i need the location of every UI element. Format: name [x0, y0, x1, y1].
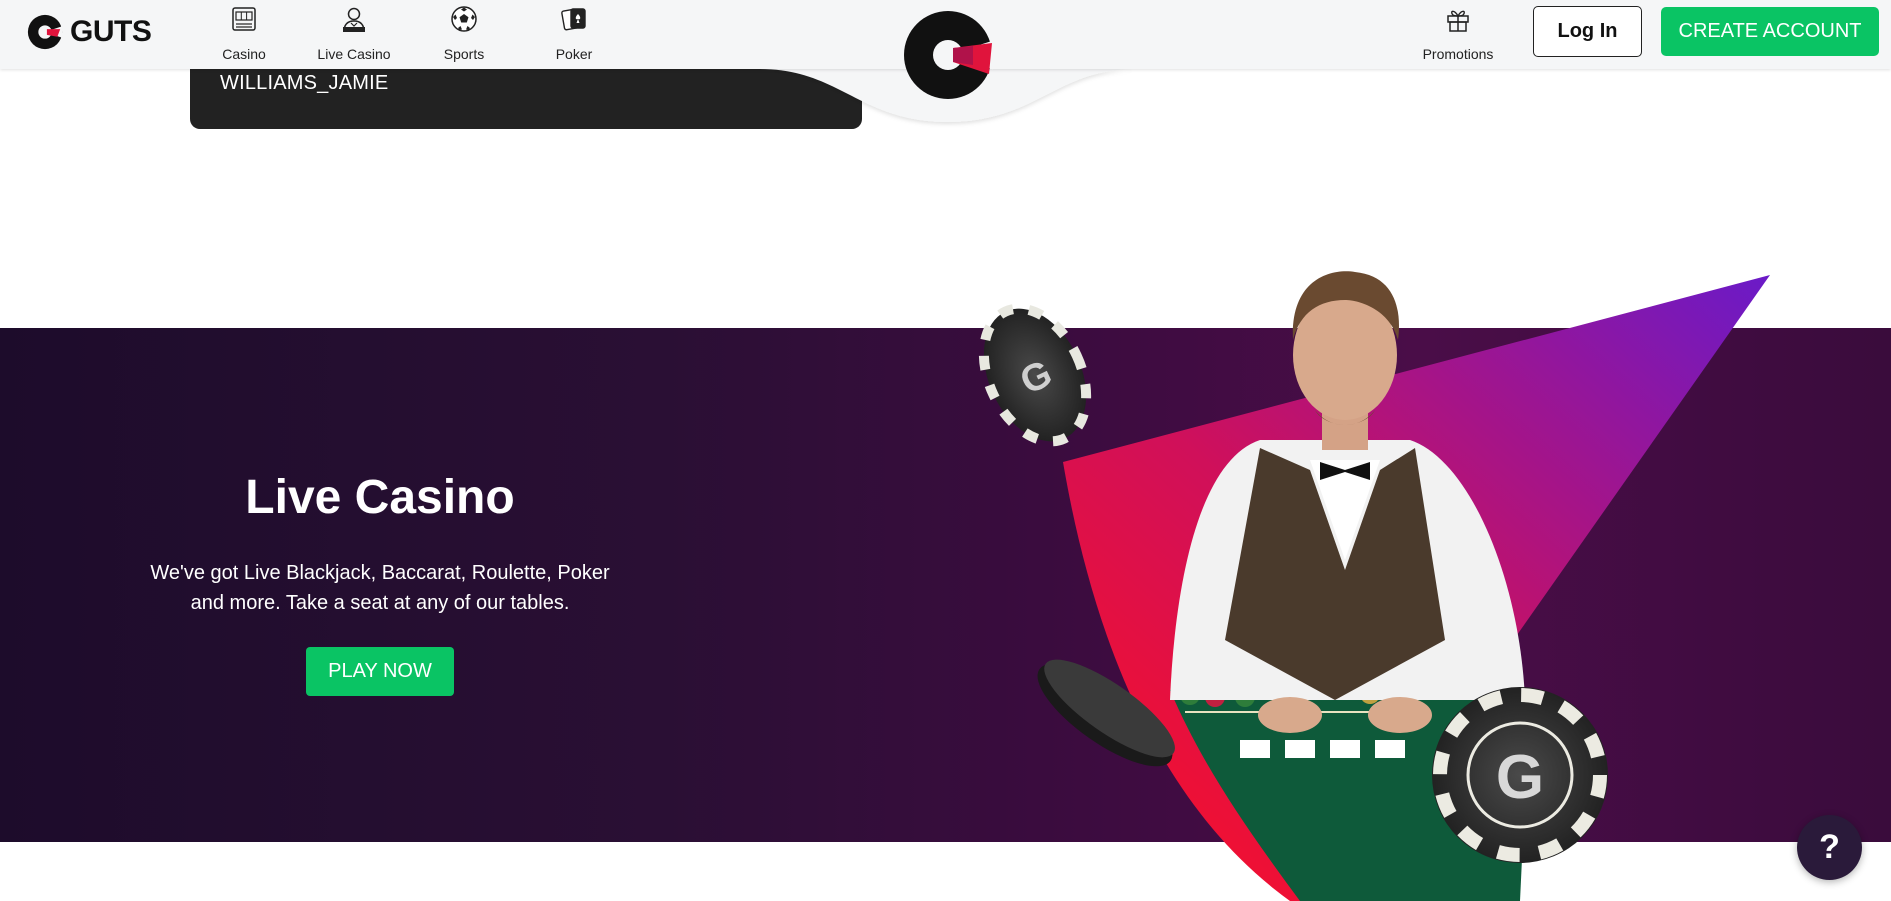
help-button[interactable]: ? — [1797, 815, 1862, 880]
nav-item-live-casino[interactable]: Live Casino — [299, 0, 409, 69]
guts-center-logo-icon[interactable] — [903, 10, 993, 100]
guts-logo-mark-icon — [27, 14, 63, 50]
nav-item-sports[interactable]: Sports — [409, 0, 519, 69]
page: GUTS Casino Live Casino Sports Poker Pro… — [0, 0, 1891, 901]
brand-name: GUTS — [70, 15, 152, 48]
gift-icon — [1447, 10, 1469, 32]
username: WILLIAMS_JAMIE — [220, 72, 389, 94]
svg-text:G: G — [1496, 743, 1544, 812]
nav-item-casino[interactable]: Casino — [189, 0, 299, 69]
guts-logo[interactable]: GUTS — [26, 12, 152, 52]
login-button[interactable]: Log In — [1533, 6, 1642, 57]
playing-cards-icon — [561, 8, 586, 31]
play-now-button[interactable]: PLAY NOW — [306, 647, 454, 696]
nav-label: Sports — [443, 46, 485, 62]
nav-item-promotions[interactable]: Promotions — [1403, 0, 1513, 69]
dealer-icon — [343, 7, 365, 33]
soccer-ball-icon — [451, 6, 477, 32]
banner-description: We've got Live Blackjack, Baccarat, Roul… — [150, 562, 610, 614]
nav-label: Casino — [222, 46, 266, 62]
banner-title: Live Casino — [245, 471, 515, 524]
nav-label: Live Casino — [317, 46, 391, 62]
nav-label: Poker — [555, 46, 593, 62]
promotions-label: Promotions — [1422, 46, 1494, 62]
slot-machine-icon — [232, 7, 256, 31]
create-account-button[interactable]: CREATE ACCOUNT — [1661, 7, 1879, 56]
nav-item-poker[interactable]: Poker — [519, 0, 629, 69]
